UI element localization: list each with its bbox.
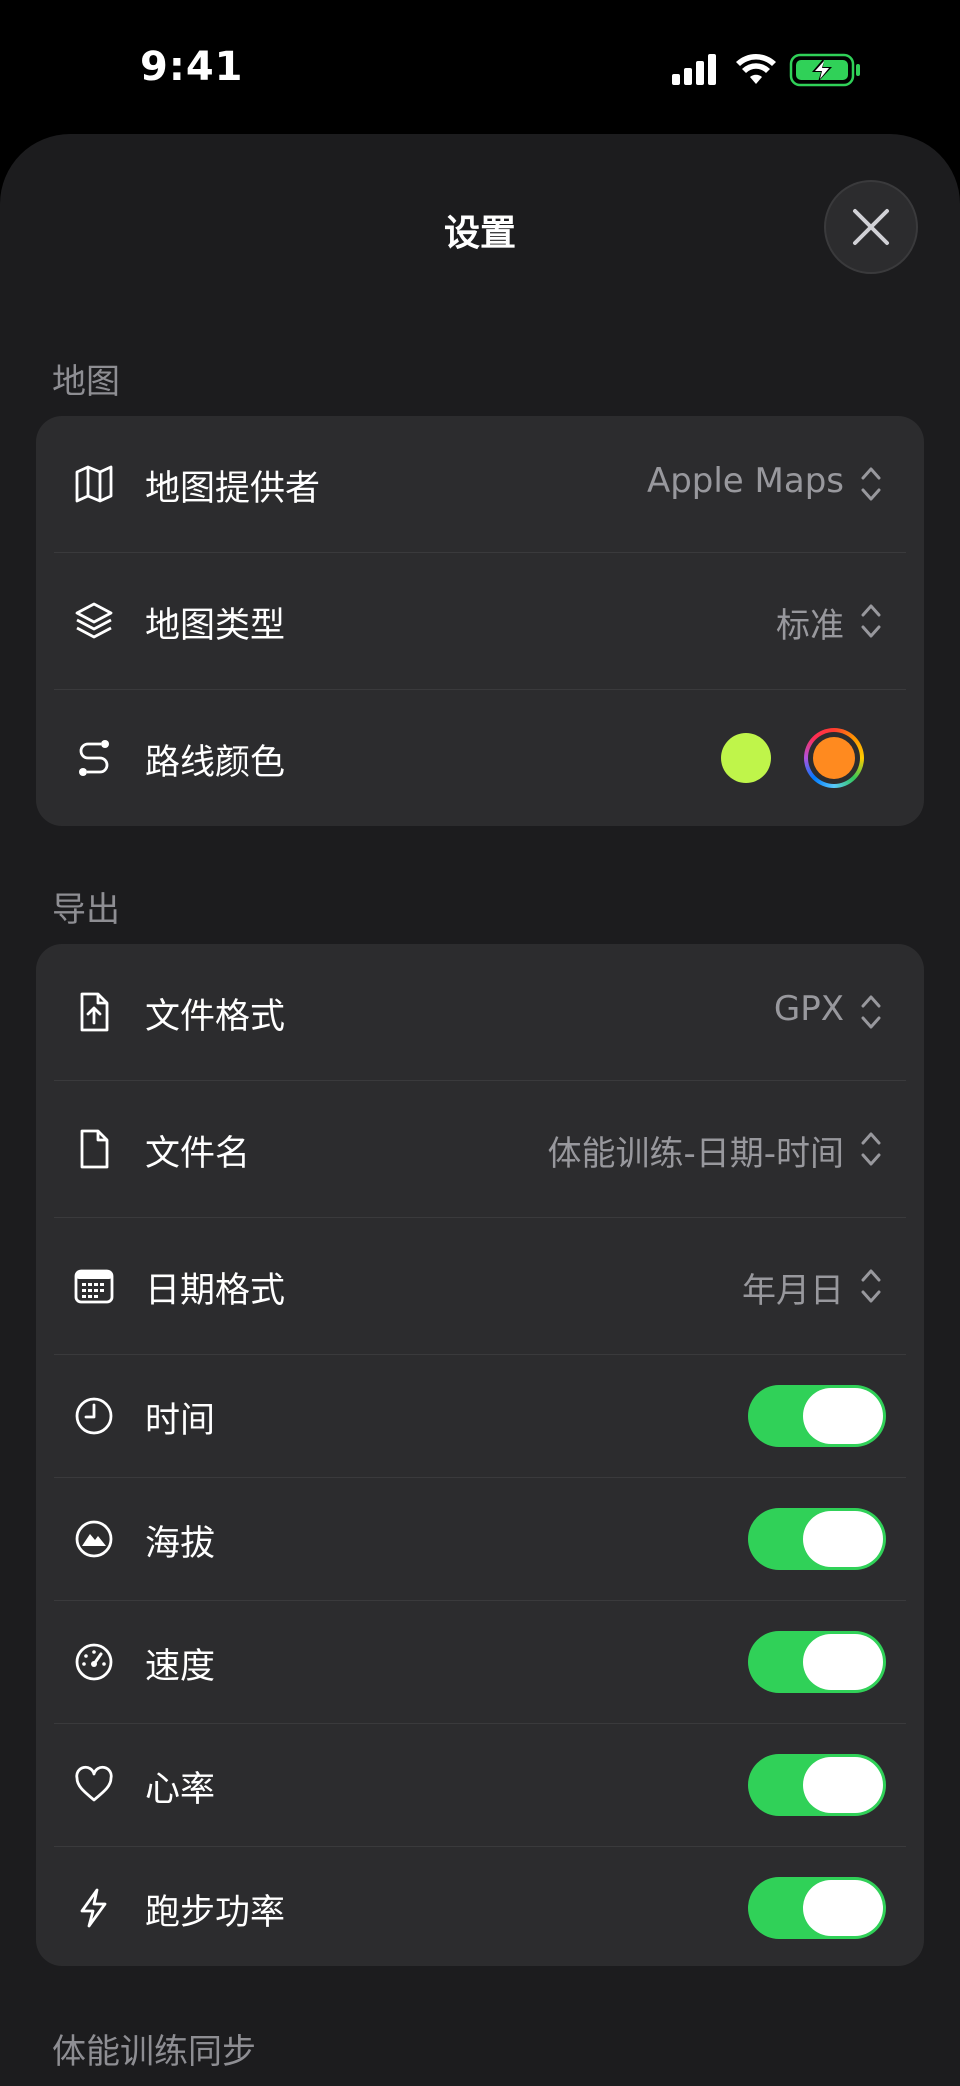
cellular-signal-icon bbox=[672, 54, 716, 85]
layers-icon bbox=[75, 602, 113, 639]
section-header-map: 地图 bbox=[52, 362, 120, 402]
row-file-format[interactable]: 文件格式 GPX bbox=[36, 944, 924, 1081]
close-button[interactable] bbox=[824, 180, 918, 274]
chevron-updown-icon bbox=[861, 1269, 881, 1303]
row-label: 文件格式 bbox=[145, 997, 286, 1037]
section-header-export: 导出 bbox=[52, 890, 120, 930]
doc-icon bbox=[80, 1129, 109, 1169]
chevron-updown-icon bbox=[861, 1132, 881, 1166]
row-label: 路线颜色 bbox=[145, 743, 286, 783]
mountain-icon bbox=[75, 1520, 113, 1558]
row-time: 时间 bbox=[36, 1355, 924, 1478]
row-date-format[interactable]: 日期格式 年月日 bbox=[36, 1218, 924, 1355]
row-label: 日期格式 bbox=[145, 1271, 286, 1311]
clock-icon bbox=[75, 1397, 113, 1435]
row-label: 心率 bbox=[145, 1770, 216, 1810]
status-icons bbox=[672, 52, 872, 88]
section-header-sync: 体能训练同步 bbox=[52, 2032, 256, 2072]
chevron-updown-icon bbox=[861, 467, 881, 501]
toggle-time[interactable] bbox=[748, 1385, 886, 1447]
export-settings-group: 文件格式 GPX 文件名 体能训练-日期-时间 日期格式 年月日 时间 海拔 速… bbox=[36, 944, 924, 1966]
row-value: 体能训练-日期-时间 bbox=[547, 1134, 844, 1174]
color-swatch-orange-selected[interactable] bbox=[804, 728, 864, 788]
toggle-running-power[interactable] bbox=[748, 1877, 886, 1939]
bolt-icon bbox=[80, 1888, 107, 1928]
battery-charging-icon bbox=[789, 53, 860, 87]
row-label: 地图提供者 bbox=[145, 469, 321, 509]
row-label: 跑步功率 bbox=[145, 1893, 286, 1933]
speedometer-icon bbox=[75, 1643, 113, 1681]
row-speed: 速度 bbox=[36, 1601, 924, 1724]
row-label: 海拔 bbox=[145, 1524, 216, 1564]
toggle-speed[interactable] bbox=[748, 1631, 886, 1693]
row-route-color: 路线颜色 bbox=[36, 690, 924, 826]
chevron-updown-icon bbox=[861, 604, 881, 638]
calendar-icon bbox=[74, 1269, 114, 1304]
row-value: Apple Maps bbox=[646, 461, 844, 501]
row-value: 标准 bbox=[776, 606, 844, 646]
row-map-type[interactable]: 地图类型 标准 bbox=[36, 553, 924, 690]
row-running-power: 跑步功率 bbox=[36, 1847, 924, 1966]
status-time: 9:41 bbox=[140, 44, 244, 90]
toggle-heart-rate[interactable] bbox=[748, 1754, 886, 1816]
wifi-icon bbox=[736, 54, 776, 84]
row-value: 年月日 bbox=[742, 1271, 844, 1311]
route-icon bbox=[79, 740, 109, 776]
row-map-provider[interactable]: 地图提供者 Apple Maps bbox=[36, 416, 924, 553]
chevron-updown-icon bbox=[861, 995, 881, 1029]
sheet-title: 设置 bbox=[443, 213, 516, 254]
xmark-icon bbox=[853, 209, 889, 245]
row-value: GPX bbox=[773, 989, 844, 1029]
toggle-altitude[interactable] bbox=[748, 1508, 886, 1570]
doc-upload-icon bbox=[80, 992, 109, 1032]
heart-icon bbox=[75, 1765, 113, 1802]
row-altitude: 海拔 bbox=[36, 1478, 924, 1601]
map-settings-group: 地图提供者 Apple Maps 地图类型 标准 路线颜色 bbox=[36, 416, 924, 826]
color-swatch-lime[interactable] bbox=[721, 733, 771, 783]
status-bar: 9:41 bbox=[0, 0, 960, 134]
row-file-name[interactable]: 文件名 体能训练-日期-时间 bbox=[36, 1081, 924, 1218]
row-label: 时间 bbox=[145, 1401, 216, 1441]
map-icon bbox=[75, 465, 113, 503]
row-label: 地图类型 bbox=[145, 606, 286, 646]
settings-sheet: 设置 地图 地图提供者 Apple Maps 地图类型 标准 路线颜色 导出 文… bbox=[0, 134, 960, 2086]
row-label: 文件名 bbox=[145, 1134, 251, 1174]
row-label: 速度 bbox=[145, 1647, 216, 1687]
row-heart-rate: 心率 bbox=[36, 1724, 924, 1847]
